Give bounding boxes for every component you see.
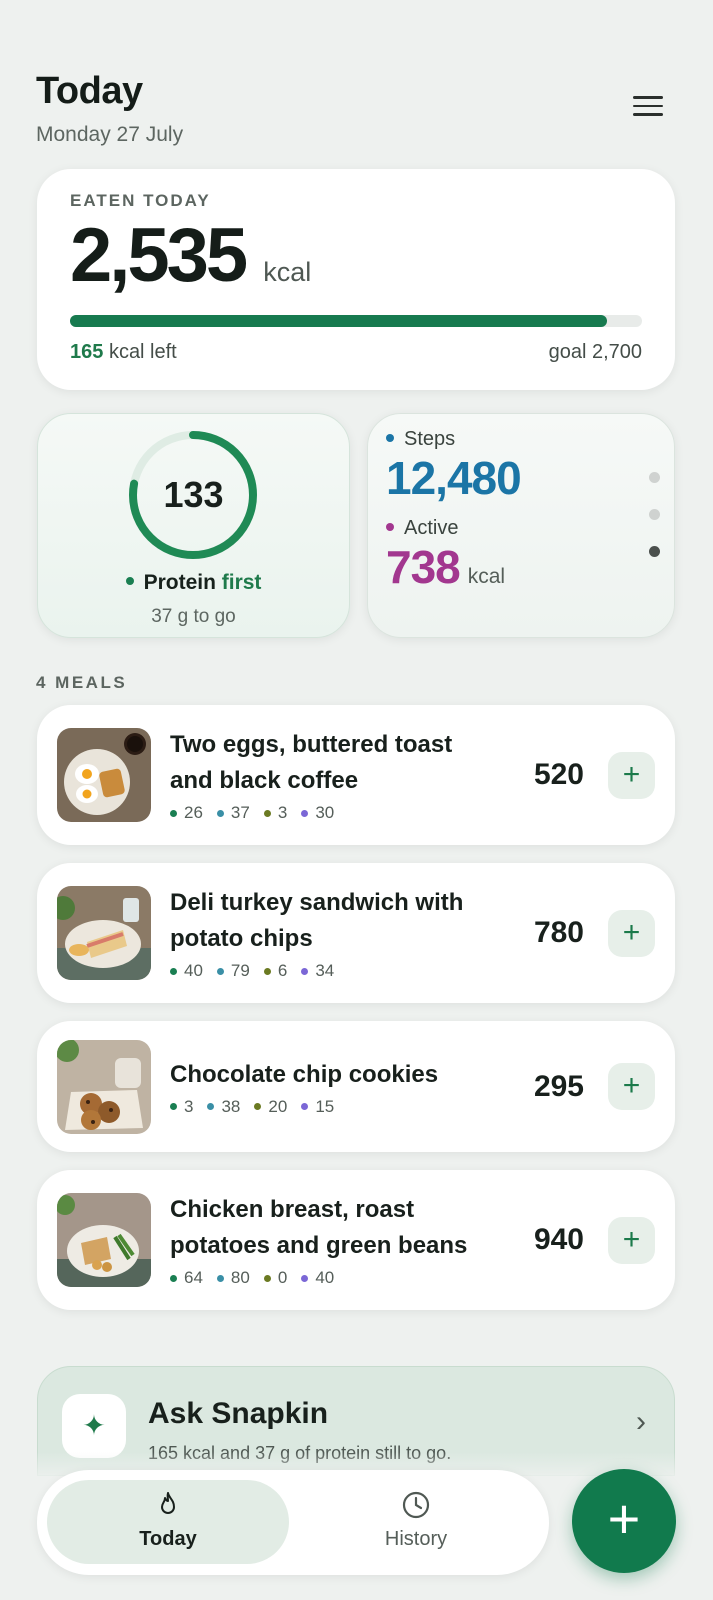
macro-carbs: 79 (216, 961, 250, 981)
protein-remaining: 37 g to go (151, 606, 236, 627)
steps-label-row: Steps (386, 428, 656, 451)
kcal-left: 165 kcal left (70, 341, 177, 364)
pager-dot[interactable] (649, 472, 660, 483)
calorie-progress-bar (70, 315, 642, 327)
macro-protein: 26 (170, 803, 203, 823)
add-meal-button[interactable]: + (608, 1216, 655, 1264)
meal-kcal: 520 (533, 758, 584, 791)
meal-photo (57, 1039, 151, 1134)
activity-card[interactable]: Steps 12,480 Active 738 kcal (367, 413, 675, 638)
macro-fat: 6 (263, 961, 287, 981)
meal-name: Chicken breast, roast potatoes and green … (170, 1196, 468, 1259)
macro-carbs: 80 (216, 1268, 250, 1288)
active-label-row: Active (386, 517, 656, 540)
ask-title: Ask Snapkin (148, 1397, 329, 1430)
eaten-kcal-unit: kcal (263, 257, 312, 287)
meal-photo (57, 728, 151, 822)
protein-label-highlight: first (221, 571, 262, 594)
meal-name: Deli turkey sandwich with potato chips (170, 889, 464, 952)
meal-macros: 26 37 3 30 (170, 803, 504, 823)
macro-fat: 0 (263, 1268, 287, 1288)
meal-kcal: 940 (533, 1223, 584, 1256)
kcal-left-value: 165 (70, 341, 104, 363)
meal-photo (57, 886, 151, 980)
meal-card[interactable]: Deli turkey sandwich with potato chips 40… (37, 863, 675, 1003)
calorie-progress-fill (70, 315, 608, 327)
meal-photo (57, 1193, 151, 1287)
tab-today-label: Today (139, 1528, 197, 1550)
active-label: Active (404, 517, 459, 539)
add-meal-button[interactable]: + (608, 909, 655, 957)
protein-label: Protein first (38, 571, 349, 595)
meal-macros: 40 79 6 34 (170, 961, 504, 981)
meal-card[interactable]: Chicken breast, roast potatoes and green … (37, 1170, 675, 1310)
macro-other: 34 (301, 961, 334, 981)
pager-dot-active[interactable] (649, 546, 660, 557)
macro-other: 30 (301, 803, 334, 823)
macro-protein: 3 (170, 1097, 193, 1117)
meal-name: Two eggs, buttered toast and black coffee (170, 731, 453, 794)
add-entry-button[interactable]: + (572, 1469, 676, 1573)
steps-value: 12,480 (386, 452, 522, 504)
macro-fat: 3 (263, 803, 287, 823)
sparkle-icon: ✦ (62, 1394, 126, 1458)
macro-fat: 20 (254, 1097, 287, 1117)
kcal-left-text: kcal left (108, 341, 177, 363)
page-date: Monday 27 July (36, 123, 184, 146)
protein-dot-icon (125, 577, 134, 586)
tab-today[interactable]: Today (47, 1480, 289, 1564)
active-dot-icon (386, 522, 394, 531)
eaten-eyebrow: EATEN TODAY (70, 191, 211, 210)
tab-history-label: History (384, 1528, 448, 1550)
tab-bar: Today History (37, 1470, 549, 1575)
meal-kcal: 295 (533, 1069, 584, 1103)
add-meal-button[interactable]: + (608, 751, 655, 799)
meal-kcal: 780 (533, 916, 584, 949)
protein-card[interactable]: 133 Protein first 37 g to go (37, 413, 350, 638)
macro-carbs: 37 (216, 803, 250, 823)
meal-macros: 64 80 0 40 (170, 1268, 504, 1288)
eaten-kcal-value: 2,535 (70, 213, 248, 298)
macro-protein: 40 (170, 961, 203, 981)
active-unit: kcal (467, 565, 506, 588)
chevron-right-icon: › (636, 1405, 646, 1438)
meal-name: Chocolate chip cookies (170, 1060, 439, 1088)
calorie-goal: goal 2,700 (548, 341, 642, 363)
tab-history[interactable]: History (295, 1480, 537, 1564)
add-meal-button[interactable]: + (608, 1063, 655, 1110)
steps-label: Steps (404, 428, 456, 450)
steps-dot-icon (386, 433, 394, 442)
meal-card[interactable]: Two eggs, buttered toast and black coffee… (37, 705, 675, 845)
flame-icon (161, 1492, 175, 1514)
macro-carbs: 38 (207, 1097, 240, 1117)
meal-card[interactable]: Chocolate chip cookies 3 38 20 15 295 + (37, 1021, 675, 1152)
clock-icon (402, 1491, 430, 1519)
activity-pager[interactable] (649, 472, 660, 583)
macro-protein: 64 (170, 1268, 203, 1288)
menu-icon[interactable] (633, 96, 663, 118)
protein-value: 133 (163, 474, 224, 515)
page-title: Today (36, 70, 143, 112)
eaten-today-card[interactable]: EATEN TODAY 2,535 kcal 165 kcal left goa… (37, 169, 675, 390)
meal-macros: 3 38 20 15 (170, 1097, 504, 1117)
header: Today Monday 27 July (36, 70, 677, 147)
meals-section-label: 4 MEALS (36, 673, 128, 692)
macro-other: 40 (301, 1268, 334, 1288)
active-value: 738 (386, 541, 461, 593)
protein-label-text: Protein (143, 571, 216, 594)
pager-dot[interactable] (649, 509, 660, 520)
macro-other: 15 (301, 1097, 334, 1117)
